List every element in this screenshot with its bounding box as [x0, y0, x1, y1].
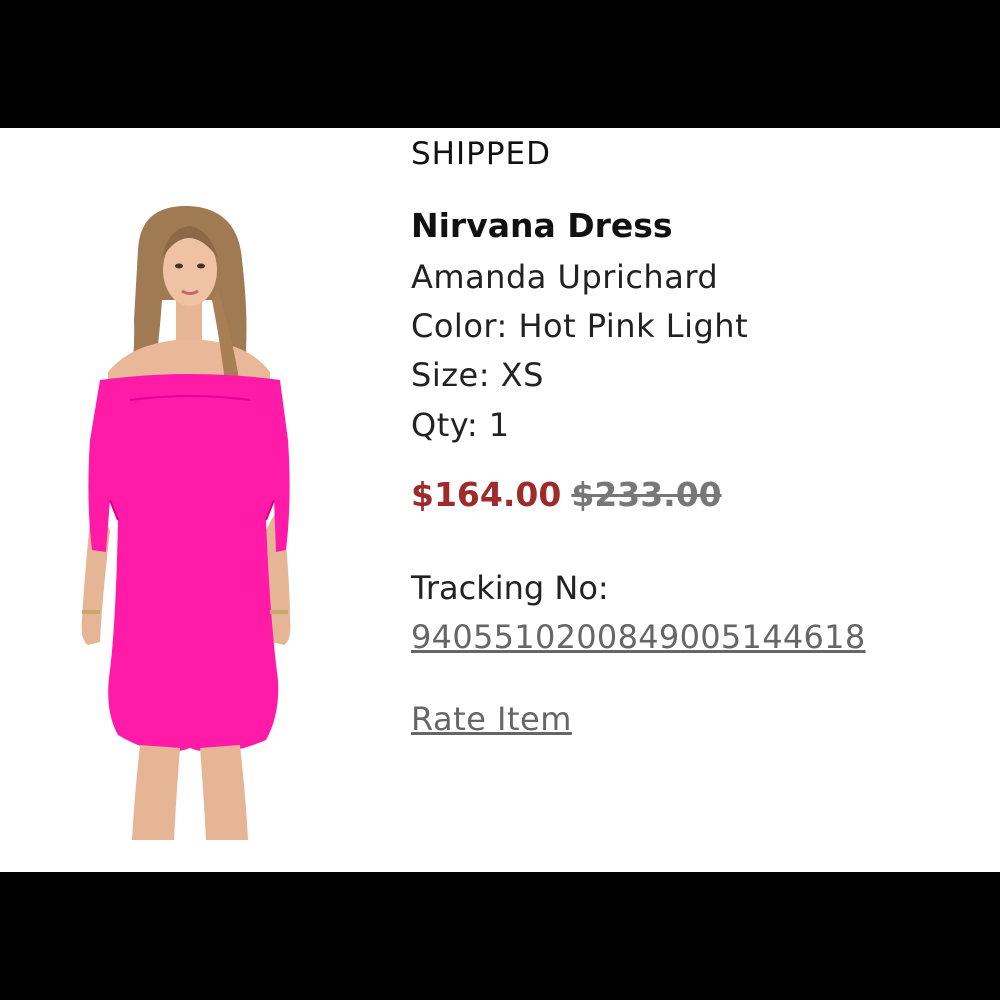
sale-price: $164.00 [411, 475, 562, 514]
shipment-status: SHIPPED [411, 136, 551, 172]
tracking-label: Tracking No: [411, 569, 609, 607]
product-image[interactable] [70, 200, 310, 840]
letterbox-top [0, 0, 1000, 128]
original-price: $233.00 [571, 475, 722, 514]
order-item-card: SHIPPED Nirvana Dress Amanda Uprichard C… [0, 128, 1000, 872]
quantity-line: Qty: 1 [411, 406, 510, 444]
brand-name: Amanda Uprichard [411, 258, 719, 296]
price-row: $164.00 $233.00 [411, 475, 722, 514]
tracking-number-link[interactable]: 9405510200849005144618 [411, 618, 866, 656]
product-name[interactable]: Nirvana Dress [411, 206, 673, 245]
rate-item-link[interactable]: Rate Item [411, 700, 572, 738]
color-line: Color: Hot Pink Light [411, 307, 749, 345]
dress-model-illustration [81, 205, 291, 840]
letterbox-bottom [0, 872, 1000, 1000]
size-line: Size: XS [411, 356, 544, 394]
